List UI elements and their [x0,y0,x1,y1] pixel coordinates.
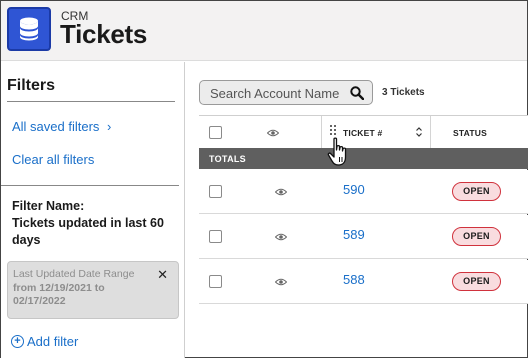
column-divider[interactable] [430,116,431,149]
row-checkbox[interactable] [209,185,222,198]
status-badge: OPEN [452,182,501,201]
plus-circle-icon: + [11,335,24,348]
row-checkbox[interactable] [209,230,222,243]
row-checkbox[interactable] [209,275,222,288]
divider [1,185,179,186]
status-badge: OPEN [452,227,501,246]
filters-heading: Filters [7,77,56,94]
filters-sidebar: Filters All saved filters › Clear all fi… [1,62,185,358]
chevron-right-icon: › [107,119,112,134]
app-window: CRM Tickets Filters All saved filters › … [0,0,528,358]
column-header-status[interactable]: STATUS [453,128,487,138]
filter-name-label: Filter Name: [12,199,85,213]
page-header: CRM Tickets [1,1,527,61]
table-row[interactable]: 588 OPEN [199,260,528,304]
filter-chip-title: Last Updated Date Range [13,268,135,280]
all-saved-filters-link[interactable]: All saved filters › [12,119,111,134]
active-filter-chip: Last Updated Date Range from 12/19/2021 … [7,261,179,319]
filter-chip-value: from 12/19/2021 to 02/17/2022 [13,282,105,307]
eye-icon [267,129,279,137]
page-title: Tickets [60,19,148,49]
filter-name-value: Tickets updated in last 60 days [12,216,164,247]
totals-row: TOTALS [199,148,528,169]
close-icon[interactable]: ✕ [157,267,168,283]
add-filter-button[interactable]: + Add filter [11,334,78,349]
ticket-link[interactable]: 589 [343,227,365,242]
ticket-link[interactable]: 588 [343,272,365,287]
ticket-count: 3 Tickets [382,87,425,98]
clear-all-filters-link[interactable]: Clear all filters [12,152,94,167]
table-header: TICKET # STATUS [199,115,528,149]
search-field[interactable] [199,80,373,105]
totals-label: TOTALS [209,154,246,164]
eye-icon[interactable] [275,188,287,196]
divider [7,101,175,102]
add-filter-label: Add filter [27,334,79,349]
sort-icon[interactable] [415,126,423,138]
table-row[interactable]: 589 OPEN [199,215,528,259]
search-icon[interactable] [350,86,364,100]
database-icon [7,7,51,51]
filter-name: Filter Name: Tickets updated in last 60 … [12,198,177,249]
column-divider[interactable] [321,116,322,149]
table-row[interactable]: 590 OPEN [199,170,528,214]
eye-icon[interactable] [275,233,287,241]
search-input[interactable] [210,84,345,102]
all-saved-filters-label: All saved filters [12,119,100,134]
ticket-link[interactable]: 590 [343,182,365,197]
eye-icon[interactable] [275,278,287,286]
select-all-checkbox[interactable] [209,126,222,139]
hand-cursor-icon [327,137,347,166]
status-badge: OPEN [452,272,501,291]
